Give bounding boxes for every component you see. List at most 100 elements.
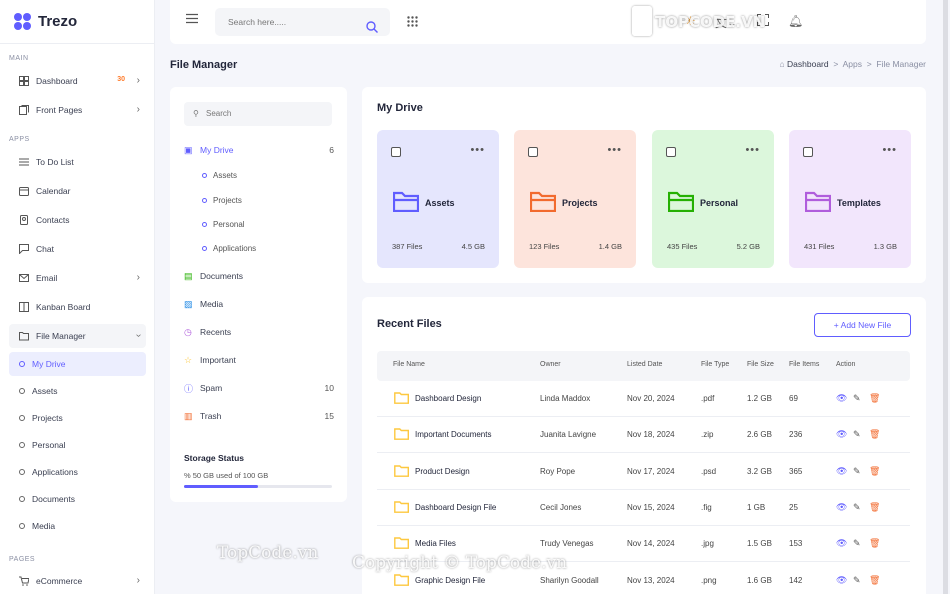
fm-item-media[interactable]: ▨ Media — [184, 295, 334, 313]
menu-icon[interactable] — [186, 13, 198, 27]
folder-file-count: 431 Files — [804, 242, 835, 251]
eye-icon[interactable]: 👁︎ — [836, 538, 847, 549]
trash-icon[interactable]: 🗑︎ — [869, 502, 880, 513]
mail-icon — [19, 273, 29, 283]
sidebar-sub-documents[interactable]: Documents — [9, 487, 146, 511]
pencil-icon[interactable]: ✎ — [853, 429, 861, 440]
table-row[interactable]: Dashboard Design Linda Maddox Nov 20, 2024… — [377, 381, 910, 417]
trash-icon[interactable]: 🗑︎ — [869, 429, 880, 440]
trash-icon[interactable]: 🗑︎ — [869, 466, 880, 477]
search-icon[interactable] — [366, 16, 378, 44]
folder-size: 5.2 GB — [736, 242, 760, 251]
sidebar-item-kanban[interactable]: Kanban Board — [9, 295, 146, 319]
eye-icon[interactable]: 👁︎ — [836, 393, 847, 404]
fm-item-documents[interactable]: ▤ Documents — [184, 267, 334, 285]
folder-card[interactable]: ••• Projects 123 Files 1.4 GB — [514, 130, 636, 268]
file-date: Nov 20, 2024 — [627, 394, 675, 403]
fm-sub-projects[interactable]: Projects — [202, 191, 352, 209]
logo[interactable]: Trezo — [0, 0, 154, 44]
chevron-right-icon: › — [136, 75, 140, 86]
sidebar-sub-projects[interactable]: Projects — [9, 406, 146, 430]
sidebar-item-dashboard[interactable]: Dashboard 30 › — [9, 69, 146, 93]
pencil-icon[interactable]: ✎ — [853, 538, 861, 549]
sidebar-item-calendar[interactable]: Calendar — [9, 179, 146, 203]
fm-item-label: Personal — [213, 219, 245, 229]
file-name[interactable]: Media Files — [415, 539, 456, 548]
eye-icon[interactable]: 👁︎ — [836, 502, 847, 513]
topbar: Search here..... ☀ 文⌄ 🔔︎ — [170, 0, 926, 44]
bullet-icon — [202, 197, 207, 203]
eye-icon[interactable]: 👁︎ — [836, 429, 847, 440]
fm-sub-assets[interactable]: Assets — [202, 166, 352, 184]
fm-item-my-drive[interactable]: ▣ My Drive 6 — [184, 141, 334, 159]
pencil-icon[interactable]: ✎ — [853, 575, 861, 586]
dashboard-icon — [19, 76, 29, 86]
sidebar-sub-personal[interactable]: Personal — [9, 433, 146, 457]
folder-checkbox[interactable] — [803, 147, 813, 157]
more-icon[interactable]: ••• — [607, 144, 622, 156]
fm-item-recents[interactable]: ◷ Recents — [184, 323, 334, 341]
sidebar-item-contacts[interactable]: Contacts — [9, 208, 146, 232]
folder-size: 4.5 GB — [461, 242, 485, 251]
sidebar-item-chat[interactable]: Chat — [9, 237, 146, 261]
pencil-icon[interactable]: ✎ — [853, 502, 861, 513]
folder-card[interactable]: ••• Personal 435 Files 5.2 GB — [652, 130, 774, 268]
bullet-icon — [19, 523, 25, 529]
sidebar-item-ecommerce[interactable]: eCommerce › — [9, 569, 146, 593]
sidebar-sub-assets[interactable]: Assets — [9, 379, 146, 403]
bell-icon[interactable]: 🔔︎ — [788, 14, 803, 28]
bullet-icon — [19, 496, 25, 502]
sidebar-sub-my-drive[interactable]: My Drive — [9, 352, 146, 376]
eye-icon[interactable]: 👁︎ — [836, 466, 847, 477]
fm-sub-personal[interactable]: Personal — [202, 215, 352, 233]
breadcrumb-dashboard[interactable]: Dashboard — [787, 59, 829, 69]
fm-search-input[interactable]: ⚲ Search — [184, 102, 332, 126]
file-name[interactable]: Graphic Design File — [415, 576, 485, 585]
apps-grid-icon[interactable] — [407, 16, 418, 30]
chevron-right-icon: › — [136, 575, 140, 586]
pencil-icon[interactable]: ✎ — [853, 393, 861, 404]
sidebar-item-file-manager[interactable]: File Manager › — [9, 324, 146, 348]
folder-open-icon — [19, 331, 29, 341]
storage-bar-fill — [184, 485, 258, 488]
add-new-file-button[interactable]: + Add New File — [814, 313, 911, 337]
fm-item-trash[interactable]: ▥ Trash 15 — [184, 407, 334, 425]
sidebar-sub-applications[interactable]: Applications — [9, 460, 146, 484]
folder-card[interactable]: ••• Templates 431 Files 1.3 GB — [789, 130, 911, 268]
file-owner: Cecil Jones — [540, 502, 582, 512]
table-row[interactable]: Product Design Roy Pope Nov 17, 2024 .psd 3.… — [377, 454, 910, 490]
more-icon[interactable]: ••• — [882, 144, 897, 156]
pencil-icon[interactable]: ✎ — [853, 466, 861, 477]
trash-icon[interactable]: 🗑︎ — [869, 538, 880, 549]
search-input[interactable]: Search here..... — [215, 8, 390, 36]
table-row[interactable]: Important Documents Juanita Lavigne Nov 18… — [377, 417, 910, 454]
sidebar-sub-media[interactable]: Media — [9, 514, 146, 538]
file-name[interactable]: Dashboard Design — [415, 394, 481, 403]
breadcrumb-apps[interactable]: Apps — [843, 59, 862, 69]
more-icon[interactable]: ••• — [745, 144, 760, 156]
file-name[interactable]: Important Documents — [415, 430, 491, 439]
eye-icon[interactable]: 👁︎ — [836, 575, 847, 586]
sidebar-item-front-pages[interactable]: Front Pages › — [9, 98, 146, 122]
folder-checkbox[interactable] — [391, 147, 401, 157]
folder-checkbox[interactable] — [666, 147, 676, 157]
file-manager-nav: ⚲ Search ▣ My Drive 6 Assets Projects Pe… — [170, 87, 347, 502]
file-name[interactable]: Dashboard Design File — [415, 503, 496, 512]
folder-name: Assets — [425, 198, 455, 208]
scrollbar[interactable] — [943, 0, 948, 594]
sidebar-item-email[interactable]: Email › — [9, 266, 146, 290]
table-row[interactable]: Dashboard Design File Cecil Jones Nov 15, … — [377, 490, 910, 526]
bullet-icon — [19, 415, 25, 421]
file-name[interactable]: Product Design — [415, 467, 470, 476]
fm-item-spam[interactable]: ⓘ Spam 10 — [184, 379, 334, 397]
sidebar-item-todo[interactable]: To Do List — [9, 150, 146, 174]
more-icon[interactable]: ••• — [470, 144, 485, 156]
trash-icon[interactable]: 🗑︎ — [869, 393, 880, 404]
fm-sub-applications[interactable]: Applications — [202, 239, 352, 257]
document-icon: ▤ — [184, 270, 193, 281]
fm-item-important[interactable]: ☆ Important — [184, 351, 334, 369]
folder-card[interactable]: ••• Assets 387 Files 4.5 GB — [377, 130, 499, 268]
folder-name: Projects — [562, 198, 598, 208]
folder-checkbox[interactable] — [528, 147, 538, 157]
trash-icon[interactable]: 🗑︎ — [869, 575, 880, 586]
